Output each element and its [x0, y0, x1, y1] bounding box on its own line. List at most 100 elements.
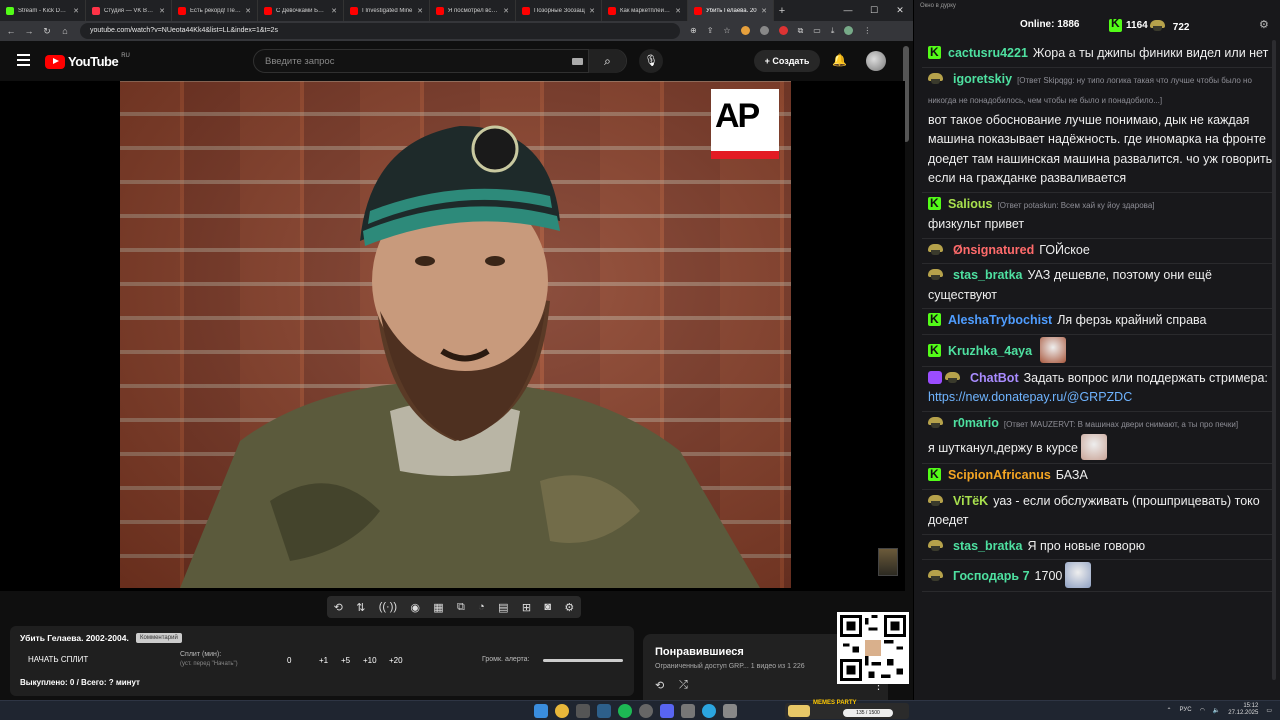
tab-close-icon[interactable]: ✕: [417, 7, 423, 15]
view-icon[interactable]: ◉: [410, 601, 420, 614]
profile-icon[interactable]: [844, 26, 854, 35]
tab-close-icon[interactable]: ✕: [73, 7, 79, 15]
chat-scrollbar[interactable]: [1272, 40, 1276, 680]
menu-dots-icon[interactable]: ⋮: [863, 26, 871, 36]
discord-icon[interactable]: [660, 704, 674, 718]
chat-username[interactable]: Ønsignatured: [953, 243, 1034, 257]
split-add-20-button[interactable]: +20: [389, 656, 403, 665]
screenshot-icon[interactable]: ◙: [544, 601, 551, 613]
create-button[interactable]: + Создать: [754, 50, 820, 72]
pip-icon[interactable]: ⧉: [457, 601, 465, 614]
forward-icon[interactable]: →: [22, 26, 36, 36]
obs-icon[interactable]: [639, 704, 653, 718]
notification-icon[interactable]: ▭: [1266, 707, 1272, 714]
start-windows-icon[interactable]: [534, 704, 548, 718]
speed-icon[interactable]: ◔: [478, 601, 485, 613]
broadcast-icon[interactable]: ((·)): [379, 601, 397, 613]
repeat-icon[interactable]: ⟲: [655, 679, 664, 692]
keyboard-icon[interactable]: [572, 58, 583, 65]
calendar-icon[interactable]: ▦: [433, 601, 443, 614]
steam-icon[interactable]: [597, 704, 611, 718]
tab-close-icon[interactable]: ✕: [245, 7, 251, 15]
extension-icon[interactable]: [759, 26, 769, 35]
shuffle-icon[interactable]: ⤮: [679, 679, 688, 692]
back-icon[interactable]: ←: [4, 26, 18, 36]
browser-tab[interactable]: Есть рекорд! Пере ✕: [172, 0, 258, 21]
video-player[interactable]: AP: [0, 81, 905, 591]
lang-indicator[interactable]: РУС: [1180, 707, 1192, 713]
chat-username[interactable]: Kruzhka_4aya: [948, 344, 1032, 358]
add-icon[interactable]: ⊞: [522, 601, 531, 614]
menu-icon[interactable]: [17, 54, 30, 66]
volume-icon[interactable]: 🔈: [1213, 707, 1220, 714]
chat-settings-gear-icon[interactable]: ⚙: [1259, 18, 1269, 31]
avatar[interactable]: [866, 51, 886, 71]
sidebar-icon[interactable]: ▭: [813, 26, 821, 36]
chat-username[interactable]: cactusru4221: [948, 46, 1028, 60]
split-value-0[interactable]: 0: [287, 656, 291, 665]
video-frame[interactable]: AP: [120, 81, 791, 588]
spotify-icon[interactable]: [618, 704, 632, 718]
url-field[interactable]: youtube.com/watch?v=NUeota44Kk4&list=LL&…: [80, 23, 680, 39]
mic-button[interactable]: 🎙: [639, 49, 663, 73]
browser-tab[interactable]: Как маркетплейсы ✕: [602, 0, 688, 21]
subtitles-icon[interactable]: ▤: [498, 601, 508, 614]
browser-tab[interactable]: Stream - Kick Dashb ✕: [0, 0, 86, 21]
notifications-bell-icon[interactable]: 🔔: [832, 53, 847, 67]
browser-tab[interactable]: Убить Гелаева. 20 ✕: [688, 0, 774, 21]
chat-username[interactable]: stas_bratka: [953, 268, 1023, 282]
chat-username[interactable]: AleshaTrybochist: [948, 313, 1052, 327]
minimize-icon[interactable]: —: [835, 0, 861, 21]
start-split-button[interactable]: НАЧАТЬ СПЛИТ: [28, 655, 88, 664]
share-icon[interactable]: ⇪: [707, 26, 714, 36]
chat-username[interactable]: ScipionAfricanus: [948, 468, 1051, 482]
telegram-icon[interactable]: [702, 704, 716, 718]
download-icon[interactable]: ⤓: [831, 26, 835, 36]
youtube-logo[interactable]: YouTube RU: [45, 53, 130, 69]
maximize-icon[interactable]: ☐: [861, 0, 887, 21]
tray-chevron-icon[interactable]: ⌃: [1167, 707, 1172, 714]
file-explorer-icon[interactable]: [576, 704, 590, 718]
split-add-10-button[interactable]: +10: [363, 656, 377, 665]
search-button[interactable]: ⌕: [588, 49, 626, 73]
browser-tab[interactable]: Студия — VK Видео ✕: [86, 0, 172, 21]
app-icon[interactable]: [681, 704, 695, 718]
close-icon[interactable]: ✕: [887, 0, 913, 21]
tab-close-icon[interactable]: ✕: [331, 7, 337, 15]
settings-gear-icon[interactable]: ⚙: [564, 601, 574, 614]
chat-username[interactable]: ChatBot: [970, 371, 1019, 385]
sort-icon[interactable]: ⇅: [356, 601, 365, 614]
memes-party-widget[interactable]: MEMES PARTY 135 / 1500: [785, 700, 909, 719]
tab-close-icon[interactable]: ✕: [589, 7, 595, 15]
clock[interactable]: 15:12 27.12.2025: [1228, 703, 1258, 717]
home-icon[interactable]: ⌂: [58, 26, 72, 36]
tab-close-icon[interactable]: ✕: [159, 7, 165, 15]
chat-username[interactable]: Господарь 7: [953, 569, 1030, 583]
split-add-1-button[interactable]: +1: [319, 656, 328, 665]
browser-tab[interactable]: Я посмотрел все С ✕: [430, 0, 516, 21]
extensions-puzzle-icon[interactable]: ⧉: [798, 26, 804, 36]
reload-icon[interactable]: ↻: [40, 26, 54, 37]
star-icon[interactable]: ☆: [723, 26, 730, 36]
tab-close-icon[interactable]: ✕: [503, 7, 509, 15]
browser-tab[interactable]: Позорные Зоозащ ✕: [516, 0, 602, 21]
split-add-5-button[interactable]: +5: [341, 656, 350, 665]
browser-tab[interactable]: I Investigated Mine ✕: [344, 0, 430, 21]
tab-close-icon[interactable]: ✕: [675, 7, 681, 15]
chrome-icon[interactable]: [555, 704, 569, 718]
chat-username[interactable]: igoretskiy: [953, 72, 1012, 86]
tab-close-icon[interactable]: ✕: [761, 7, 767, 15]
loop-icon[interactable]: ⟲: [334, 601, 343, 614]
search-box[interactable]: Введите запрос ⌕: [253, 49, 627, 73]
playlist-title[interactable]: Понравившиеся: [655, 646, 744, 658]
chat-username[interactable]: ViTëK: [953, 494, 988, 508]
chat-username[interactable]: r0mario: [953, 416, 999, 430]
chat-username[interactable]: stas_bratka: [953, 539, 1023, 553]
browser-tab[interactable]: С Девочками Болт ✕: [258, 0, 344, 21]
extension-icon[interactable]: [740, 26, 750, 35]
alert-volume-slider[interactable]: [543, 659, 623, 662]
app-icon[interactable]: [723, 704, 737, 718]
new-tab-icon[interactable]: +: [774, 5, 790, 17]
chat-link[interactable]: https://new.donatepay.ru/@GRPZDC: [928, 390, 1132, 404]
chat-username[interactable]: Salious: [948, 197, 992, 211]
